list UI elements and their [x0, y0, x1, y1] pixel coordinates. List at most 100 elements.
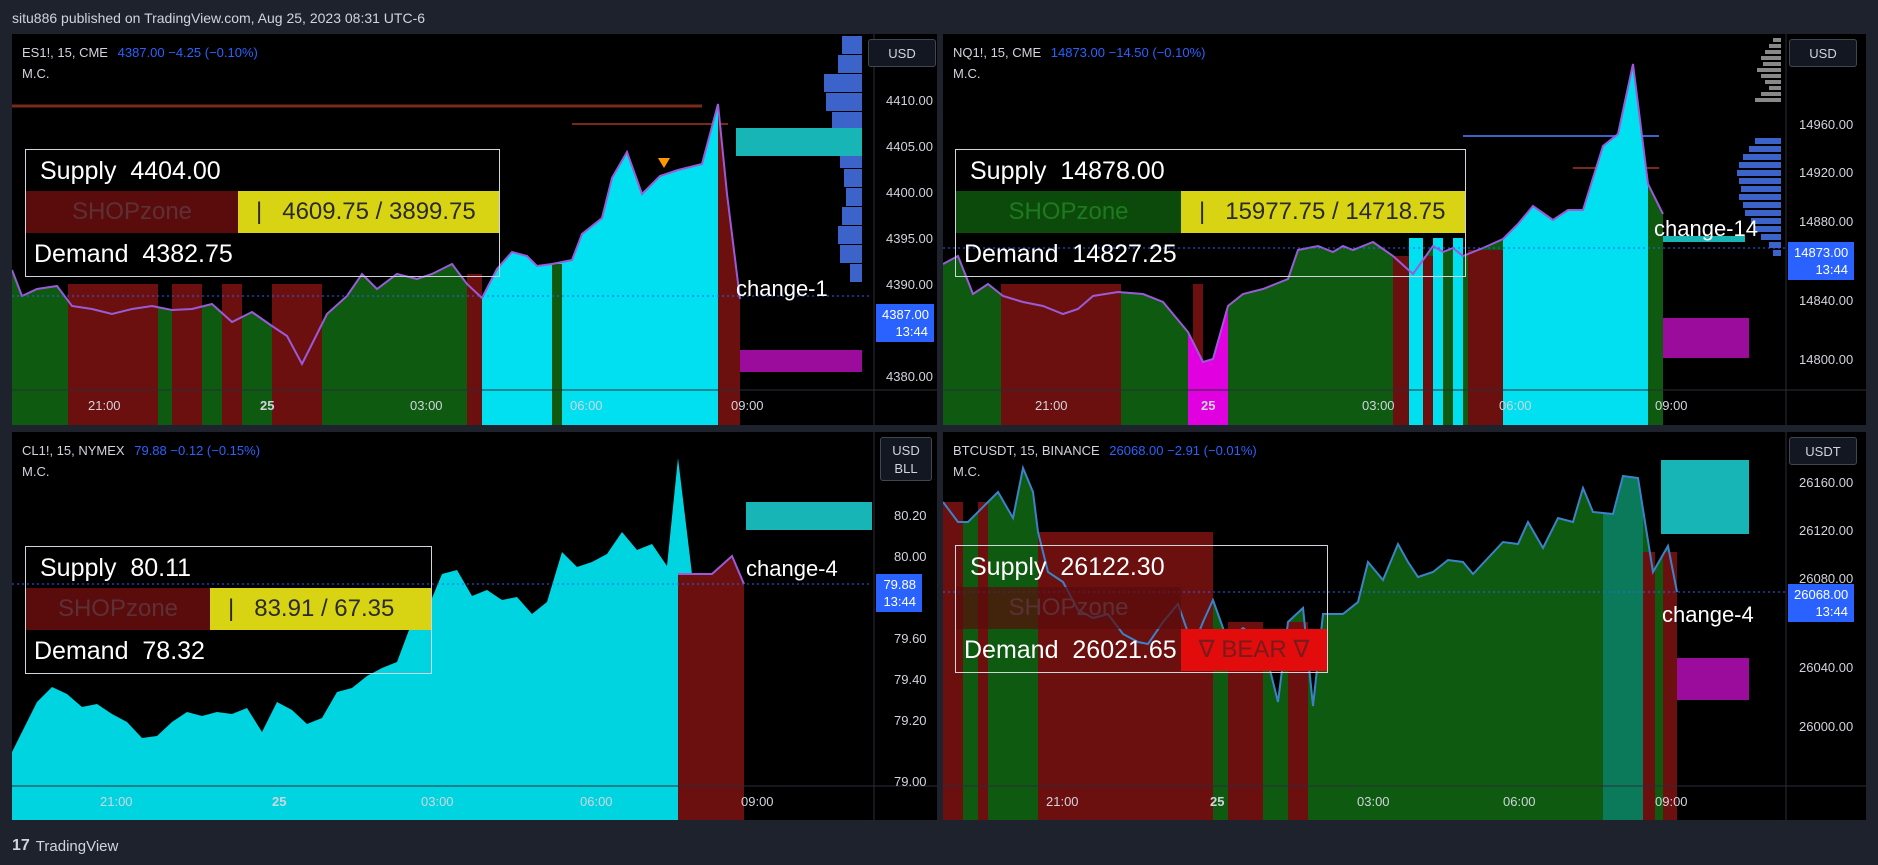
- y-tick: 79.20: [894, 713, 927, 728]
- range-label: | 4609.75 / 3899.75: [238, 191, 499, 233]
- x-tick: 09:00: [1655, 794, 1688, 809]
- symbol-change: −0.12 (−0.15%): [170, 443, 261, 458]
- chart-panel-nq[interactable]: NQ1!, 15, CME 14873.00 −14.50 (−0.10%) M…: [943, 34, 1866, 425]
- demand-label: Demand 4382.75: [34, 240, 233, 268]
- shopzone-label: SHOPzone: [956, 587, 1181, 629]
- y-tick: 14840.00: [1799, 293, 1854, 308]
- shopzone-box: Supply 14878.00 SHOPzone | 15977.75 / 14…: [955, 149, 1466, 277]
- indicator-label: M.C.: [22, 464, 50, 479]
- x-axis: 21:00 25 03:00 06:00 09:00: [943, 398, 1786, 418]
- x-axis: 21:00 25 03:00 06:00 09:00: [12, 794, 872, 814]
- y-tick: 26120.00: [1799, 523, 1854, 538]
- y-tick: 80.20: [894, 508, 927, 523]
- price-tag-time: 13:44: [883, 594, 916, 609]
- shopzone-box: Supply 26122.30 SHOPzone Demand 26021.65…: [955, 545, 1328, 673]
- y-tick: 14960.00: [1799, 117, 1854, 132]
- indicator-label: M.C.: [953, 464, 981, 479]
- x-tick: 09:00: [741, 794, 774, 809]
- shopzone-label: SHOPzone: [956, 191, 1181, 233]
- symbol-price: 79.88: [134, 443, 167, 458]
- x-tick: 21:00: [1046, 794, 1079, 809]
- symbol-price: 14873.00: [1050, 45, 1105, 60]
- symbol-label: CL1!, 15, NYMEX: [22, 443, 125, 458]
- indicator-label: M.C.: [953, 66, 981, 81]
- price-tag-price: 4387.00: [882, 307, 929, 322]
- price-tag-price: 14873.00: [1794, 245, 1849, 260]
- y-axis: 14960.00 14920.00 14880.00 14840.00 1480…: [1793, 34, 1866, 390]
- y-tick: 79.40: [894, 672, 927, 687]
- x-tick: 25: [1210, 794, 1225, 809]
- symbol-label: NQ1!, 15, CME: [953, 45, 1042, 60]
- price-tag: 79.88 13:44: [876, 574, 922, 612]
- y-tick: 26040.00: [1799, 660, 1854, 675]
- range-label: | 15977.75 / 14718.75: [1181, 191, 1465, 233]
- supply-label: Supply 26122.30: [970, 553, 1165, 581]
- x-tick: 06:00: [580, 794, 613, 809]
- x-axis: 21:00 25 03:00 06:00 09:00: [12, 398, 872, 418]
- x-tick: 06:00: [570, 398, 603, 413]
- chart-panel-es[interactable]: ES1!, 15, CME 4387.00 −4.25 (−0.10%) M.C…: [12, 34, 937, 425]
- x-axis: 21:00 25 03:00 06:00 09:00: [943, 794, 1786, 814]
- x-tick: 03:00: [1362, 398, 1395, 413]
- demand-label: Demand 78.32: [34, 637, 205, 665]
- symbol-header: NQ1!, 15, CME 14873.00 −14.50 (−0.10%) M…: [953, 42, 1205, 84]
- x-tick: 25: [272, 794, 287, 809]
- x-tick: 03:00: [421, 794, 454, 809]
- change-label: change-4: [1662, 602, 1754, 627]
- y-tick: 26160.00: [1799, 475, 1854, 490]
- symbol-label: BTCUSDT, 15, BINANCE: [953, 443, 1100, 458]
- shopzone-label: SHOPzone: [26, 191, 238, 233]
- price-tag-price: 26068.00: [1794, 587, 1849, 602]
- symbol-header: ES1!, 15, CME 4387.00 −4.25 (−0.10%) M.C…: [22, 42, 258, 84]
- x-tick: 25: [1201, 398, 1216, 413]
- shopzone-label: SHOPzone: [26, 588, 210, 630]
- price-tag: 4387.00 13:44: [876, 304, 934, 342]
- x-tick: 06:00: [1499, 398, 1532, 413]
- y-tick: 80.00: [894, 549, 927, 564]
- y-tick: 79.00: [894, 774, 927, 789]
- symbol-label: ES1!, 15, CME: [22, 45, 108, 60]
- x-tick: 25: [260, 398, 275, 413]
- x-tick: 09:00: [1655, 398, 1688, 413]
- volume-profile: [824, 36, 862, 282]
- shopzone-box: Supply 4404.00 SHOPzone | 4609.75 / 3899…: [25, 149, 500, 277]
- demand-label: Demand 26021.65: [964, 636, 1177, 664]
- x-tick: 21:00: [88, 398, 121, 413]
- footer-brand: TradingView: [35, 837, 119, 855]
- y-tick: 4395.00: [886, 231, 933, 246]
- supply-label: Supply 80.11: [40, 554, 192, 582]
- x-tick: 09:00: [731, 398, 764, 413]
- demand-label: Demand 14827.25: [964, 240, 1177, 268]
- change-label: change-4: [746, 556, 838, 581]
- symbol-price: 4387.00: [117, 45, 165, 60]
- change-label: change-14: [1654, 216, 1758, 241]
- y-tick: 14800.00: [1799, 352, 1854, 367]
- y-tick: 26000.00: [1799, 719, 1854, 734]
- x-tick: 03:00: [410, 398, 443, 413]
- y-tick: 4380.00: [886, 369, 933, 384]
- chart-panel-cl[interactable]: CL1!, 15, NYMEX 79.88 −0.12 (−0.15%) M.C…: [12, 432, 937, 820]
- supply-label: Supply 4404.00: [40, 157, 221, 185]
- price-tag: 26068.00 13:44: [1788, 584, 1854, 622]
- y-tick: 79.60: [894, 631, 927, 646]
- supply-label: Supply 14878.00: [970, 157, 1165, 185]
- y-tick: 14920.00: [1799, 165, 1854, 180]
- symbol-change: −2.91 (−0.01%): [1167, 443, 1257, 458]
- x-tick: 21:00: [1035, 398, 1068, 413]
- shopzone-box: Supply 80.11 SHOPzone | 83.91 / 67.35 De…: [25, 546, 432, 674]
- price-tag-price: 79.88: [883, 577, 916, 592]
- chart-panel-btc[interactable]: BTCUSDT, 15, BINANCE 26068.00 −2.91 (−0.…: [943, 432, 1866, 820]
- price-tag: 14873.00 13:44: [1788, 242, 1854, 280]
- x-tick: 06:00: [1503, 794, 1536, 809]
- price-tag-time: 13:44: [895, 324, 928, 339]
- x-tick: 21:00: [100, 794, 133, 809]
- y-tick: 4410.00: [886, 93, 933, 108]
- symbol-price: 26068.00: [1109, 443, 1164, 458]
- symbol-header: CL1!, 15, NYMEX 79.88 −0.12 (−0.15%) M.C…: [22, 440, 260, 482]
- change-label: change-1: [736, 276, 828, 301]
- y-tick: 4400.00: [886, 185, 933, 200]
- symbol-header: BTCUSDT, 15, BINANCE 26068.00 −2.91 (−0.…: [953, 440, 1257, 482]
- y-tick: 14880.00: [1799, 214, 1854, 229]
- x-tick: 03:00: [1357, 794, 1390, 809]
- tradingview-logo-icon: 17: [12, 837, 30, 854]
